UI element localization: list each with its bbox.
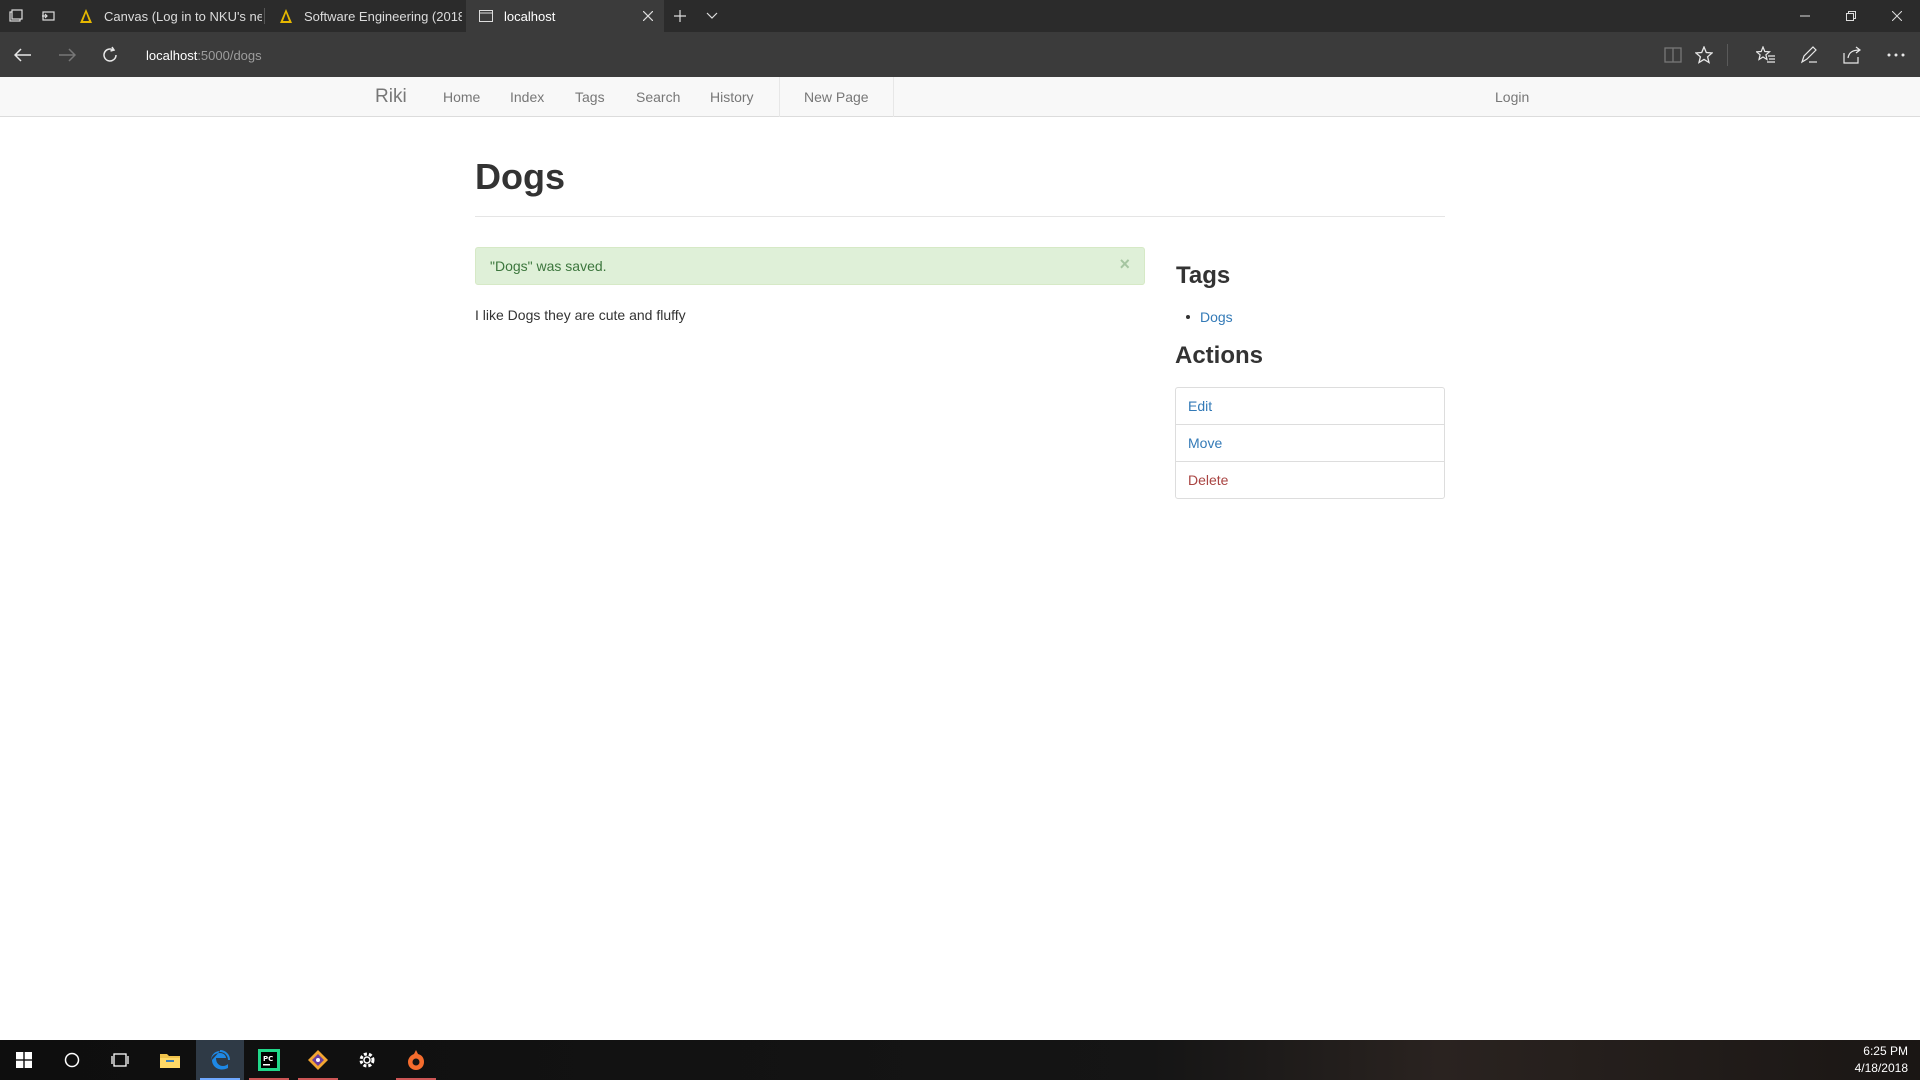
action-item: Delete	[1176, 462, 1444, 498]
clock-date: 4/18/2018	[1854, 1061, 1908, 1075]
nav-link-login[interactable]: Login	[1495, 89, 1529, 105]
page-favicon-icon	[478, 8, 494, 24]
brand-link[interactable]: Riki	[375, 86, 407, 108]
nav-link-tags[interactable]: Tags	[575, 89, 605, 105]
canvas-favicon-icon	[278, 8, 294, 24]
title-divider	[475, 216, 1445, 217]
tab-preview-chevron-icon[interactable]	[696, 0, 728, 32]
refresh-icon[interactable]	[91, 36, 129, 74]
clock-time: 6:25 PM	[1863, 1044, 1908, 1058]
nav-divider	[893, 77, 894, 117]
tab-localhost[interactable]: localhost	[466, 0, 664, 32]
edge-browser-icon[interactable]	[196, 1040, 244, 1080]
edit-link[interactable]: Edit	[1188, 398, 1212, 414]
nav-link-search[interactable]: Search	[636, 89, 680, 105]
page-title: Dogs	[475, 156, 565, 197]
browser-tab-bar: Canvas (Log in to NKU's new Software Eng…	[0, 0, 1920, 32]
tab-separator	[264, 8, 265, 24]
tab-title: Software Engineering (2018	[304, 8, 462, 24]
nav-link-history[interactable]: History	[710, 89, 754, 105]
close-window-icon[interactable]	[1874, 0, 1920, 32]
settings-gear-icon[interactable]	[343, 1040, 391, 1080]
gitkraken-icon[interactable]	[294, 1040, 342, 1080]
share-icon[interactable]	[1833, 36, 1871, 74]
move-link[interactable]: Move	[1188, 435, 1222, 451]
address-path: :5000/dogs	[197, 47, 262, 63]
back-icon[interactable]	[4, 36, 42, 74]
action-item: Move	[1176, 425, 1444, 462]
favorites-hub-icon[interactable]	[1747, 36, 1785, 74]
address-field[interactable]: localhost:5000/dogs	[146, 44, 262, 66]
taskbar-clock[interactable]: 6:25 PM 4/18/2018	[1855, 1043, 1908, 1077]
forward-icon[interactable]	[48, 36, 86, 74]
windows-taskbar: PC 6:25 PM 4/18/2018	[0, 1040, 1920, 1080]
tab-title: localhost	[504, 8, 556, 24]
more-options-icon[interactable]	[1877, 36, 1915, 74]
tab-title: Canvas (Log in to NKU's new	[104, 8, 262, 24]
web-note-pen-icon[interactable]	[1790, 36, 1828, 74]
actions-heading: Actions	[1175, 342, 1264, 369]
delete-link[interactable]: Delete	[1188, 472, 1228, 488]
bullet-icon	[1186, 315, 1190, 319]
alert-close-button[interactable]: ×	[1119, 254, 1130, 275]
nav-link-new-page[interactable]: New Page	[804, 89, 869, 105]
alert-message: "Dogs" was saved.	[490, 258, 607, 274]
action-item: Edit	[1176, 388, 1444, 425]
new-tab-icon[interactable]	[664, 0, 696, 32]
favorite-star-icon[interactable]	[1685, 36, 1723, 74]
success-alert: "Dogs" was saved. ×	[475, 247, 1145, 285]
tags-heading: Tags	[1176, 262, 1231, 289]
address-toolbar: localhost:5000/dogs	[0, 32, 1920, 77]
actions-list: Edit Move Delete	[1175, 387, 1445, 499]
address-host: localhost	[146, 47, 198, 63]
toolbar-separator	[1727, 44, 1728, 66]
task-view-icon[interactable]	[96, 1040, 144, 1080]
site-navbar: Riki Home Index Tags Search History New …	[0, 77, 1920, 117]
pycharm-icon[interactable]: PC	[245, 1040, 293, 1080]
close-tab-icon[interactable]	[640, 8, 656, 24]
tab-software-engineering[interactable]: Software Engineering (2018	[266, 0, 462, 32]
tag-list: Dogs	[1186, 309, 1233, 325]
tab-list-icon[interactable]	[0, 0, 32, 32]
nav-link-index[interactable]: Index	[510, 89, 544, 105]
tag-link-dogs[interactable]: Dogs	[1200, 309, 1233, 325]
origin-icon[interactable]	[392, 1040, 440, 1080]
canvas-favicon-icon	[78, 8, 94, 24]
tag-list-item: Dogs	[1186, 309, 1233, 325]
page-body-text: I like Dogs they are cute and fluffy	[475, 307, 686, 323]
cortana-search-icon[interactable]	[48, 1040, 96, 1080]
nav-divider	[779, 77, 780, 117]
tab-canvas[interactable]: Canvas (Log in to NKU's new	[66, 0, 262, 32]
nav-link-home[interactable]: Home	[443, 89, 480, 105]
set-aside-tabs-icon[interactable]	[32, 0, 64, 32]
minimize-icon[interactable]	[1782, 0, 1828, 32]
restore-icon[interactable]	[1828, 0, 1874, 32]
file-explorer-icon[interactable]	[146, 1040, 194, 1080]
svg-text:PC: PC	[263, 1055, 273, 1063]
windows-start-icon[interactable]	[0, 1040, 48, 1080]
